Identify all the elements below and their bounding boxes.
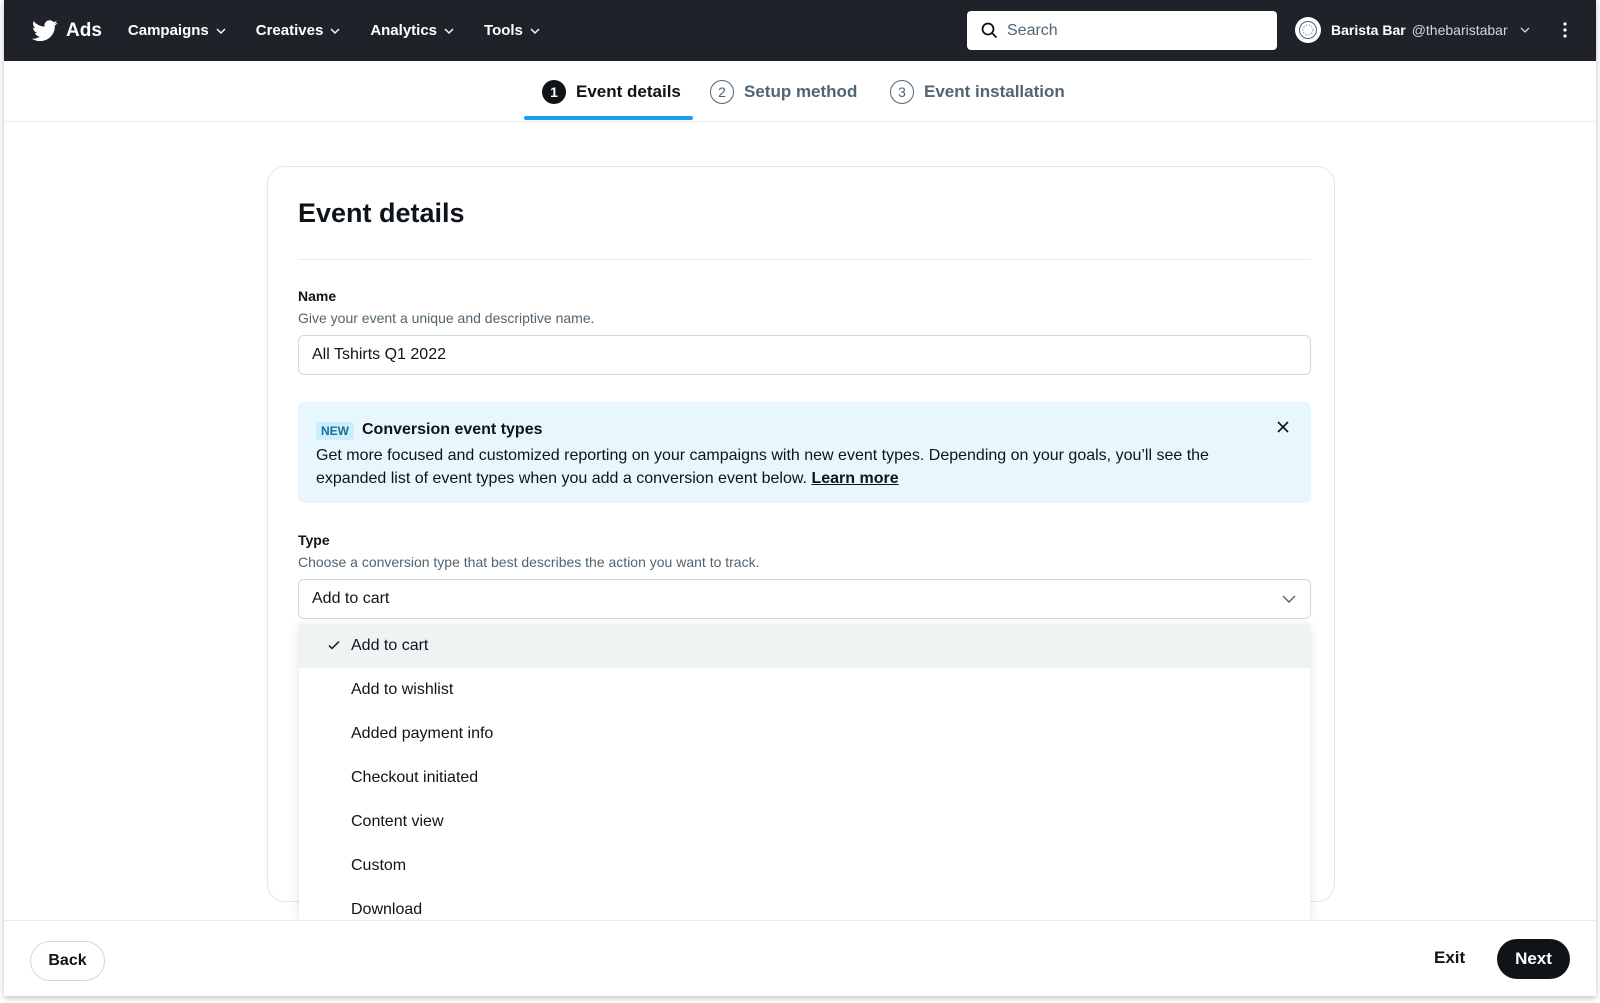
option-label: Download bbox=[351, 901, 423, 918]
chevron-down-icon bbox=[216, 28, 226, 34]
nav-item-tools[interactable]: Tools bbox=[484, 22, 540, 39]
chevron-down-icon bbox=[330, 28, 340, 34]
close-icon[interactable] bbox=[1276, 420, 1290, 434]
account-name: Barista Bar bbox=[1331, 22, 1406, 38]
more-vertical-icon[interactable] bbox=[1555, 20, 1575, 40]
type-help-text: Choose a conversion type that best descr… bbox=[298, 554, 760, 570]
banner-body: Get more focused and customized reportin… bbox=[316, 444, 1256, 490]
account-handle: @thebaristabar bbox=[1411, 22, 1508, 38]
option-label: Added payment info bbox=[351, 725, 494, 742]
dropdown-option-added-payment-info[interactable]: Added payment info bbox=[299, 712, 1310, 756]
banner-title: Conversion event types bbox=[362, 421, 543, 438]
nav-item-label: Analytics bbox=[370, 22, 438, 39]
name-help-text: Give your event a unique and descriptive… bbox=[298, 310, 595, 326]
stepper: 1 Event details 2 Setup method 3 Event i… bbox=[4, 61, 1596, 122]
dropdown-option-custom[interactable]: Custom bbox=[299, 844, 1310, 888]
step-number: 2 bbox=[710, 79, 734, 104]
dropdown-option-content-view[interactable]: Content view bbox=[299, 800, 1310, 844]
option-label: Add to cart bbox=[351, 637, 429, 654]
brand-label: Ads bbox=[66, 19, 102, 41]
option-label: Content view bbox=[351, 813, 444, 830]
active-step-indicator bbox=[524, 116, 693, 120]
nav-item-label: Creatives bbox=[255, 22, 324, 39]
step-event-installation[interactable]: 3 Event installation bbox=[890, 61, 1065, 122]
chevron-down-icon bbox=[530, 28, 540, 34]
page-title: Event details bbox=[298, 198, 465, 228]
dropdown-option-download[interactable]: Download bbox=[299, 888, 1310, 920]
name-field[interactable] bbox=[298, 335, 1311, 375]
chevron-down-icon bbox=[1282, 595, 1296, 603]
option-label: Checkout initiated bbox=[351, 769, 479, 786]
search-box bbox=[967, 11, 1277, 50]
search-icon bbox=[981, 22, 998, 39]
next-button[interactable]: Next bbox=[1497, 939, 1570, 979]
chevron-down-icon bbox=[444, 28, 454, 34]
nav-menu: Campaigns Creatives Analytics Tools bbox=[128, 22, 570, 39]
step-event-details[interactable]: 1 Event details bbox=[542, 61, 681, 122]
option-label: Custom bbox=[351, 857, 407, 874]
exit-button[interactable]: Exit bbox=[1434, 948, 1465, 968]
nav-item-creatives[interactable]: Creatives bbox=[256, 22, 341, 39]
app-window: Ads Campaigns Creatives Analytics Tools bbox=[4, 0, 1596, 996]
step-label: Setup method bbox=[744, 81, 858, 101]
nav-item-analytics[interactable]: Analytics bbox=[370, 22, 454, 39]
twitter-bird-icon bbox=[32, 19, 58, 41]
type-select[interactable]: Add to cart bbox=[298, 579, 1311, 619]
name-label: Name bbox=[298, 288, 337, 304]
new-badge: NEW bbox=[316, 422, 354, 440]
dropdown-option-checkout-initiated[interactable]: Checkout initiated bbox=[299, 756, 1310, 800]
step-number: 1 bbox=[542, 79, 566, 104]
conversion-types-banner: NEW Conversion event types Get more focu… bbox=[298, 402, 1311, 503]
learn-more-link[interactable]: Learn more bbox=[811, 470, 898, 487]
footer-bar: Back Exit Next bbox=[4, 920, 1596, 996]
type-label: Type bbox=[298, 532, 330, 548]
nav-item-label: Campaigns bbox=[127, 22, 209, 39]
divider bbox=[298, 259, 1311, 260]
top-navigation: Ads Campaigns Creatives Analytics Tools bbox=[4, 0, 1596, 61]
account-switcher[interactable]: Barista Bar @thebaristabar bbox=[1295, 17, 1530, 43]
dropdown-option-add-to-wishlist[interactable]: Add to wishlist bbox=[299, 668, 1310, 712]
type-dropdown-menu: Add to cart Add to wishlist Added paymen… bbox=[299, 624, 1310, 920]
dropdown-option-add-to-cart[interactable]: Add to cart bbox=[299, 624, 1310, 668]
avatar bbox=[1295, 17, 1321, 43]
nav-item-label: Tools bbox=[484, 22, 523, 39]
search-input[interactable] bbox=[1007, 21, 1257, 40]
chevron-down-icon bbox=[1520, 27, 1530, 33]
option-label: Add to wishlist bbox=[351, 681, 454, 698]
checkmark-icon bbox=[328, 640, 340, 650]
account-logo-icon bbox=[1299, 21, 1317, 39]
step-number: 3 bbox=[890, 79, 914, 104]
step-label: Event installation bbox=[924, 81, 1065, 101]
banner-text: Get more focused and customized reportin… bbox=[316, 447, 1209, 487]
type-select-value: Add to cart bbox=[312, 590, 390, 607]
brand[interactable]: Ads bbox=[32, 20, 102, 42]
step-setup-method[interactable]: 2 Setup method bbox=[710, 61, 857, 122]
step-label: Event details bbox=[576, 81, 681, 101]
nav-item-campaigns[interactable]: Campaigns bbox=[128, 22, 226, 39]
back-button[interactable]: Back bbox=[30, 941, 105, 981]
